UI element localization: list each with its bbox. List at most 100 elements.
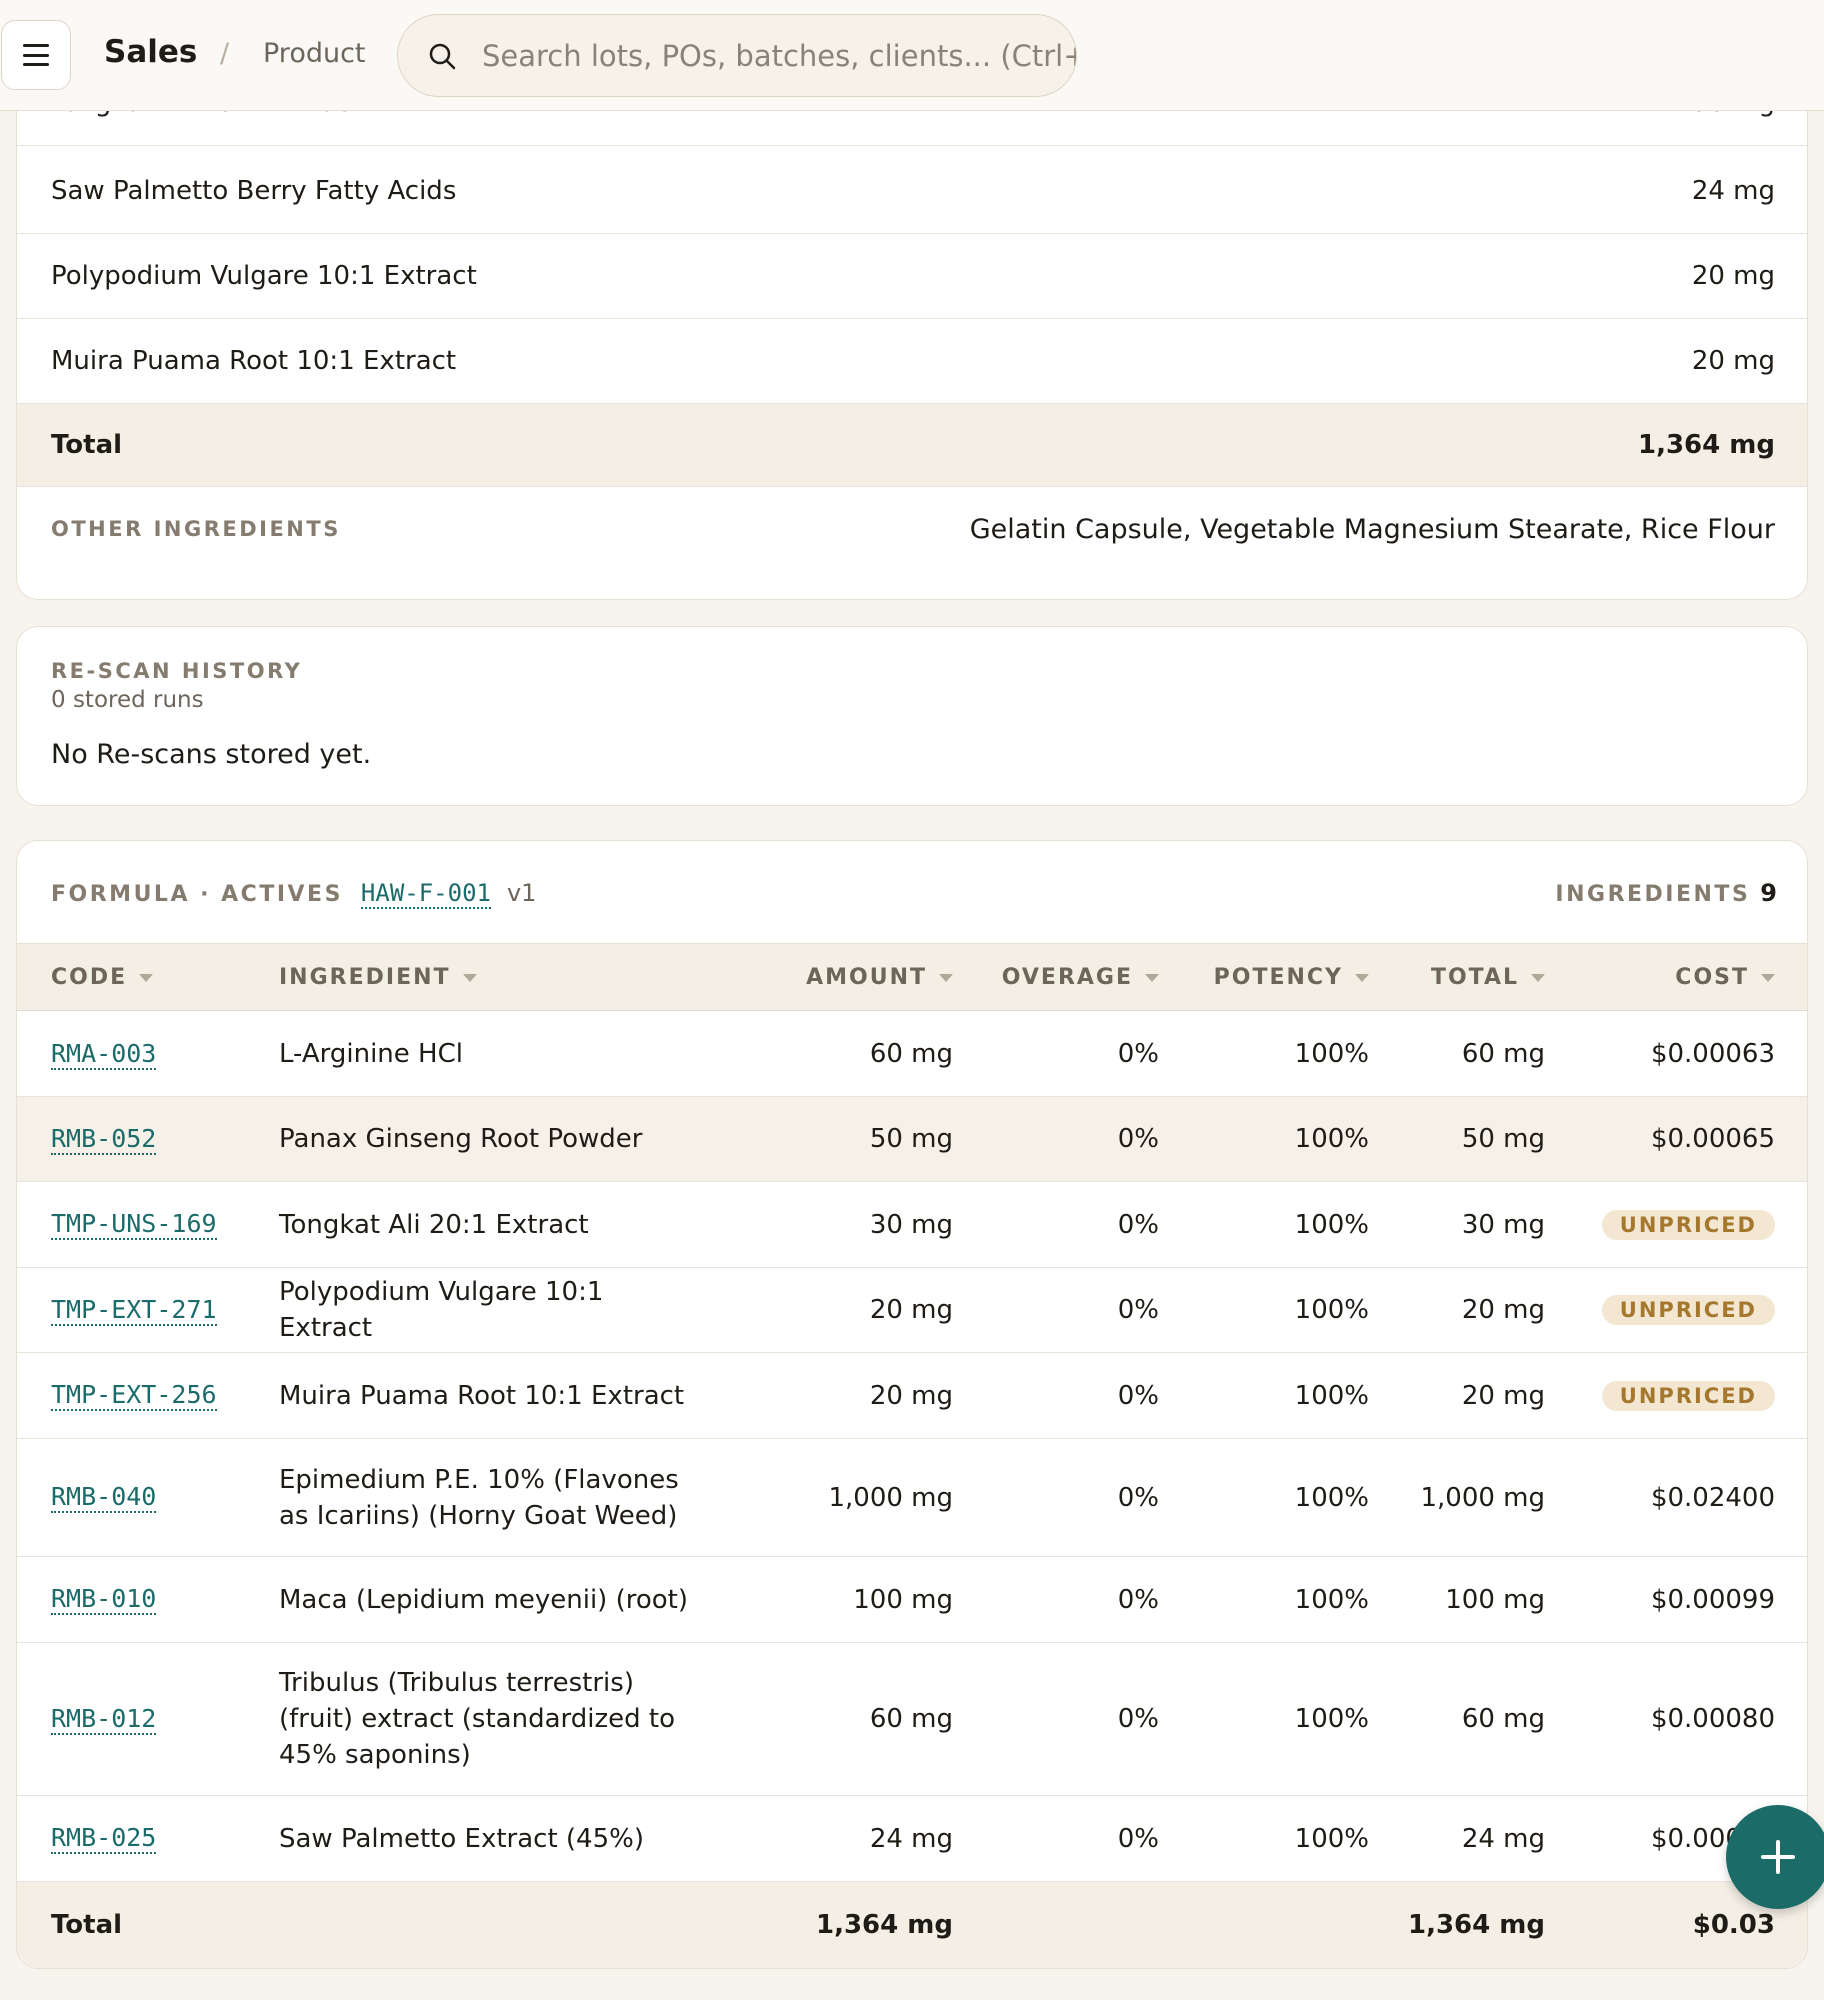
cell-cost: UNPRICED	[1575, 1268, 1775, 1352]
cell-amount: 30 mg	[869, 1209, 953, 1240]
rescan-empty-message: No Re-scans stored yet.	[51, 739, 372, 770]
ingredient-code-link[interactable]: RMB-025	[51, 1823, 157, 1854]
cell-overage: 0%	[1117, 1209, 1159, 1240]
unpriced-badge: UNPRICED	[1601, 1295, 1775, 1325]
cell-amount: 60 mg	[869, 1039, 953, 1069]
sort-caret-icon	[1355, 974, 1369, 982]
ingredient-code-link[interactable]: TMP-EXT-271	[51, 1295, 217, 1326]
total-label: Total	[51, 430, 123, 460]
cell-overage: 0%	[1117, 1039, 1159, 1069]
column-header-overage[interactable]: OVERAGE	[1002, 944, 1159, 1012]
other-ingredients-row: OTHER INGREDIENTS Gelatin Capsule, Veget…	[17, 487, 1807, 572]
formula-version: v1	[506, 879, 537, 907]
table-row[interactable]: RMB-025 Saw Palmetto Extract (45%) 24 mg 0%…	[17, 1796, 1807, 1882]
table-header: CODE INGREDIENT AMOUNT OVERAGE POTENCY T…	[17, 943, 1807, 1012]
cell-overage: 0%	[1117, 1823, 1159, 1854]
column-header-amount[interactable]: AMOUNT	[806, 944, 953, 1012]
column-header-potency[interactable]: POTENCY	[1214, 944, 1369, 1012]
hamburger-icon	[23, 44, 49, 66]
cell-total: 100 mg	[1445, 1584, 1545, 1615]
cell-ingredient: L-Arginine HCl	[279, 1039, 463, 1069]
ingredient-code-link[interactable]: TMP-EXT-256	[51, 1380, 217, 1411]
table-row[interactable]: TMP-EXT-271 Polypodium Vulgare 10:1 Extra…	[17, 1268, 1807, 1353]
cell-potency: 100%	[1294, 1209, 1369, 1240]
column-header-ingredient[interactable]: INGREDIENT	[279, 944, 477, 1012]
total-total: 1,364 mg	[1408, 1910, 1545, 1940]
search-placeholder: Search lots, POs, batches, clients... (C…	[482, 39, 1077, 73]
cell-cost: UNPRICED	[1575, 1182, 1775, 1267]
cell-ingredient: Tribulus (Tribulus terrestris) (fruit) e…	[279, 1668, 675, 1770]
table-total-row: Total 1,364 mg 1,364 mg $0.03	[17, 1882, 1807, 1968]
ingredient-code-link[interactable]: RMB-040	[51, 1482, 157, 1513]
top-bar: Sales / Product Search lots, POs, batche…	[0, 0, 1824, 111]
sort-caret-icon	[1145, 974, 1159, 982]
search-input[interactable]: Search lots, POs, batches, clients... (C…	[397, 14, 1077, 97]
cell-amount: 20 mg	[869, 1295, 953, 1325]
cell-cost: $0.00080	[1650, 1704, 1775, 1734]
sort-caret-icon	[1531, 974, 1545, 982]
cell-total: 20 mg	[1461, 1380, 1545, 1411]
ingredients-count-label: INGREDIENTS	[1555, 882, 1751, 907]
cell-total: 60 mg	[1461, 1039, 1545, 1069]
cell-code: RMB-025	[51, 1796, 251, 1881]
table-row[interactable]: TMP-UNS-169 Tongkat Ali 20:1 Extract 30 mg…	[17, 1182, 1807, 1268]
ingredient-code-link[interactable]: RMB-052	[51, 1124, 157, 1155]
cell-code: RMB-052	[51, 1097, 251, 1181]
column-header-cost[interactable]: COST	[1675, 944, 1775, 1012]
cell-cost: $0.00063	[1650, 1039, 1775, 1069]
table-row[interactable]: RMB-010 Maca (Lepidium meyenii) (root) 100…	[17, 1557, 1807, 1643]
column-header-total[interactable]: TOTAL	[1431, 944, 1545, 1012]
cell-ingredient: Tongkat Ali 20:1 Extract	[279, 1209, 589, 1240]
ingredient-code-link[interactable]: TMP-UNS-169	[51, 1209, 217, 1240]
cell-overage: 0%	[1117, 1704, 1159, 1734]
cell-cost: $0.00065	[1650, 1124, 1775, 1154]
formula-title: FORMULA · ACTIVES	[51, 882, 343, 907]
table-row[interactable]: RMB-012 Tribulus (Tribulus terrestris) (f…	[17, 1643, 1807, 1796]
cell-amount: 100 mg	[853, 1584, 953, 1615]
cell-potency: 100%	[1294, 1124, 1369, 1154]
sort-caret-icon	[462, 974, 477, 982]
sort-caret-icon	[1761, 974, 1775, 982]
ingredient-code-link[interactable]: RMB-010	[51, 1584, 157, 1615]
cell-ingredient: Muira Puama Root 10:1 Extract	[279, 1380, 685, 1411]
list-item: Muira Puama Root 10:1 Extract 20 mg	[17, 319, 1807, 404]
formula-code-link[interactable]: HAW-F-001	[360, 879, 491, 909]
total-value: 1,364 mg	[1638, 430, 1775, 460]
cell-potency: 100%	[1294, 1482, 1369, 1513]
add-button[interactable]	[1726, 1805, 1824, 1909]
ingredient-code-link[interactable]: RMB-012	[51, 1704, 157, 1735]
column-header-code[interactable]: CODE	[51, 944, 154, 1012]
menu-button[interactable]	[1, 20, 71, 90]
sort-caret-icon	[939, 974, 953, 982]
table-row[interactable]: RMA-003 L-Arginine HCl 60 mg 0% 100% 60 mg $0.…	[17, 1012, 1807, 1097]
cell-overage: 0%	[1117, 1295, 1159, 1325]
list-item: Saw Palmetto Berry Fatty Acids 24 mg	[17, 149, 1807, 234]
cell-potency: 100%	[1294, 1380, 1369, 1411]
breadcrumb-separator: /	[220, 38, 230, 69]
cell-total: 60 mg	[1461, 1704, 1545, 1734]
breadcrumb-product: Product	[263, 38, 366, 69]
cell-potency: 100%	[1294, 1704, 1369, 1734]
ingredient-amount: 20 mg	[1691, 261, 1775, 291]
breadcrumb-sales[interactable]: Sales	[104, 34, 197, 70]
formula-card: FORMULA · ACTIVES HAW-F-001 v1 INGREDIEN…	[16, 840, 1808, 1969]
ingredient-code-link[interactable]: RMA-003	[51, 1039, 157, 1070]
cell-cost: UNPRICED	[1575, 1353, 1775, 1438]
cell-amount: 60 mg	[869, 1704, 953, 1734]
cell-total: 30 mg	[1461, 1209, 1545, 1240]
cell-overage: 0%	[1117, 1124, 1159, 1154]
cell-code: RMA-003	[51, 1012, 251, 1096]
cell-cost: $0.02400	[1650, 1482, 1775, 1513]
cell-overage: 0%	[1117, 1584, 1159, 1615]
table-row[interactable]: TMP-EXT-256 Muira Puama Root 10:1 Extract…	[17, 1353, 1807, 1439]
ingredient-name: Saw Palmetto Berry Fatty Acids	[51, 176, 457, 206]
other-ingredients-label: OTHER INGREDIENTS	[51, 517, 341, 541]
cell-amount: 20 mg	[869, 1380, 953, 1411]
table-row[interactable]: RMB-040 Epimedium P.E. 10% (Flavones as I…	[17, 1439, 1807, 1557]
table-row[interactable]: RMB-052 Panax Ginseng Root Powder 50 mg 0% 1…	[17, 1097, 1807, 1182]
cell-ingredient: Epimedium P.E. 10% (Flavones as Icariins…	[279, 1464, 679, 1531]
other-ingredients-value: Gelatin Capsule, Vegetable Magnesium Ste…	[969, 514, 1775, 545]
cell-ingredient: Panax Ginseng Root Powder	[279, 1124, 643, 1154]
cell-code: TMP-UNS-169	[51, 1182, 251, 1267]
ingredient-list-card: Tongkat Ali 20:1 Extract 30 mg Saw Palme…	[16, 60, 1808, 600]
